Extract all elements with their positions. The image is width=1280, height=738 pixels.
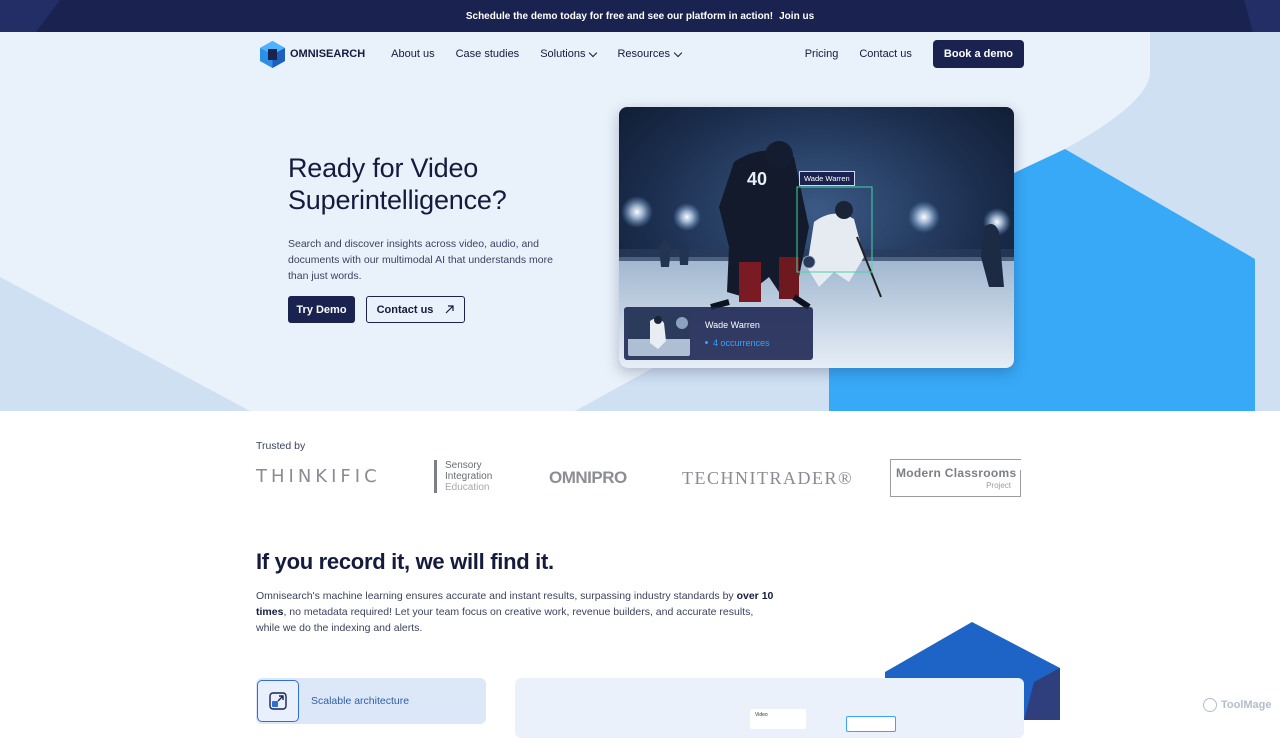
announcement-banner: Schedule the demo today for free and see… <box>0 0 1280 32</box>
preview-mini-box <box>846 716 896 732</box>
watermark-text: ToolMage <box>1221 699 1272 711</box>
hero-text: Ready for Video Superintelligence? Searc… <box>288 152 578 284</box>
hero-title-line2: Superintelligence? <box>288 185 507 215</box>
contact-us-button[interactable]: Contact us <box>366 296 465 323</box>
feature-scalable-architecture[interactable]: Scalable architecture <box>256 678 486 724</box>
nav-menu: About us Case studies Solutions Resource… <box>391 48 683 60</box>
hero-title: Ready for Video Superintelligence? <box>288 152 578 216</box>
nav-item-about-us[interactable]: About us <box>391 48 434 60</box>
logo-thinkific: THINKIFIC <box>256 466 381 487</box>
hero-buttons: Try Demo Contact us <box>288 296 465 323</box>
nav-item-label: Resources <box>617 48 671 60</box>
nav-right: Pricing Contact us Book a demo <box>805 40 1024 68</box>
join-us-link[interactable]: Join us <box>779 11 814 22</box>
logo-line: Project <box>986 481 1011 490</box>
logo-line: Modern Classrooms <box>896 466 1017 480</box>
nav-item-label: About us <box>391 48 435 60</box>
hero-title-line1: Ready for Video <box>288 153 479 183</box>
watermark: ToolMage <box>1203 698 1272 712</box>
logo-sensory-integration-education: Sensory Integration Education <box>434 460 492 493</box>
nav-item-case-studies[interactable]: Case studies <box>456 48 520 60</box>
section-body: Omnisearch's machine learning ensures ac… <box>256 588 776 636</box>
logo-line: Integration <box>445 471 493 482</box>
result-thumbnail <box>628 311 690 356</box>
logo-line: Education <box>445 482 490 493</box>
omnisearch-logo-icon <box>260 40 285 68</box>
trusted-by-label: Trusted by <box>256 440 306 452</box>
hero-description: Search and discover insights across vide… <box>288 238 553 282</box>
main-navigation: OMNISEARCH About us Case studies Solutio… <box>256 40 1024 68</box>
scalable-icon <box>257 680 299 722</box>
result-info: Wade Warren 4 occurrences <box>705 320 770 348</box>
nav-item-resources[interactable]: Resources <box>617 48 683 60</box>
logo-line: Sensory <box>445 460 482 471</box>
nav-item-contact-us[interactable]: Contact us <box>859 48 912 60</box>
logo-modern-classrooms: Modern Classrooms Project <box>890 459 1021 497</box>
brand-name: OMNISEARCH <box>290 48 366 60</box>
book-demo-button[interactable]: Book a demo <box>932 40 1024 68</box>
jersey-number: 40 <box>747 169 767 189</box>
nav-item-label: Case studies <box>455 48 520 60</box>
feature-label: Scalable architecture <box>311 695 410 707</box>
arrow-up-right-icon <box>445 305 455 314</box>
preview-mini-window: Video <box>750 709 806 729</box>
search-result-card[interactable]: Wade Warren 4 occurrences <box>624 307 813 360</box>
logo-text: Sensory Integration Education <box>445 460 492 493</box>
result-count-label: 4 occurrences <box>713 337 770 348</box>
toolmage-icon <box>1203 698 1217 712</box>
banner-text: Schedule the demo today for free and see… <box>465 10 774 22</box>
nav-item-label: Solutions <box>540 48 586 60</box>
nav-item-pricing[interactable]: Pricing <box>805 48 839 60</box>
logo-omnipro: OMNIPRO <box>549 468 627 487</box>
body-text: Omnisearch's machine learning ensures ac… <box>256 590 737 602</box>
body-text: , no metadata required! Let your team fo… <box>256 606 754 634</box>
result-name: Wade Warren <box>705 319 760 330</box>
trusted-logos: THINKIFIC Sensory Integration Education … <box>256 458 1024 498</box>
contact-us-label: Contact us <box>376 303 434 316</box>
nav-item-solutions[interactable]: Solutions <box>540 48 598 60</box>
section-title: If you record it, we will find it. <box>256 549 554 574</box>
logo-bar <box>434 460 437 493</box>
preview-mini-label: Video <box>755 712 768 718</box>
bullet-icon <box>705 341 708 344</box>
chevron-down-icon <box>673 48 683 57</box>
feature-preview-panel: Video <box>515 678 1024 738</box>
banner-decoration-left <box>0 0 60 32</box>
try-demo-button[interactable]: Try Demo <box>288 296 355 323</box>
chevron-down-icon <box>589 48 598 57</box>
banner-decoration-right <box>1244 0 1280 32</box>
brand-logo[interactable]: OMNISEARCH <box>260 40 366 68</box>
detection-tag: Wade Warren <box>799 171 855 186</box>
result-count: 4 occurrences <box>705 338 770 348</box>
logo-technitrader: TECHNITRADER® <box>682 468 854 488</box>
